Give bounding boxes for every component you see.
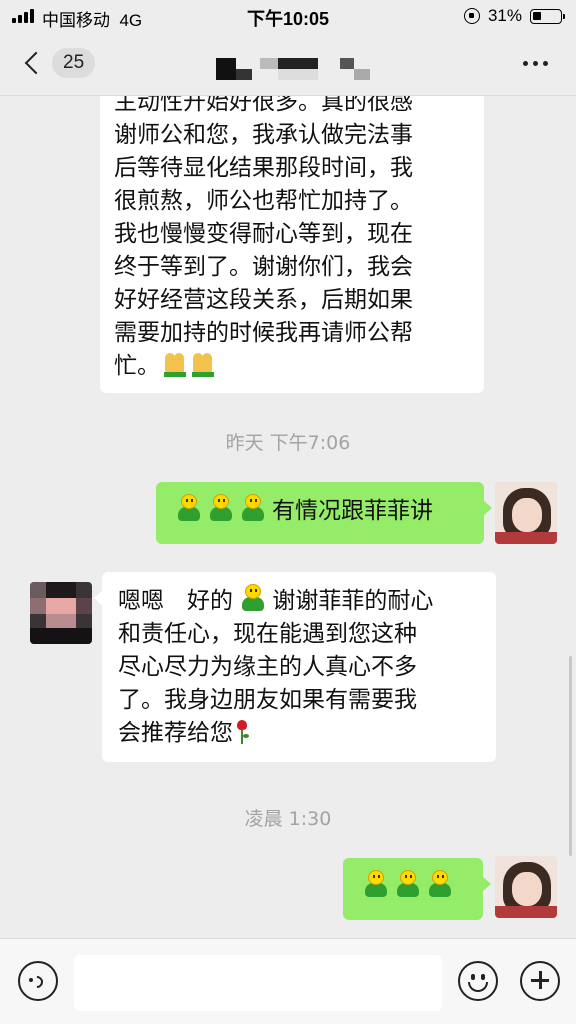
my-avatar[interactable] (495, 856, 557, 918)
message-bubble-received[interactable]: 主动性开始好很多。真的很感谢师公和您，我承认做完法事 后等待显化结果那段时间，我很… (100, 96, 484, 393)
timestamp: 昨天 下午7:06 (225, 432, 351, 454)
message-line: 我也慢慢变得耐心等到，现在 (114, 221, 413, 247)
more-dots-icon[interactable] (523, 61, 548, 66)
message-line: 很煎熬，师公也帮忙加持了。 (114, 188, 413, 214)
unread-count-badge: 25 (52, 48, 96, 78)
pray-emoji (162, 351, 188, 377)
smiley-icon[interactable] (458, 961, 498, 1001)
message-line: 了。我身边朋友如果有需要我 (118, 687, 417, 713)
message-text: 会推荐给您 (118, 720, 233, 746)
my-avatar[interactable] (495, 482, 557, 544)
chat-header: 25 (0, 34, 576, 96)
pray-emoji (190, 351, 216, 377)
message-list[interactable]: 主动性开始好很多。真的很感谢师公和您，我承认做完法事 后等待显化结果那段时间，我很… (0, 96, 576, 938)
doll-emoji (240, 584, 266, 614)
doll-emoji (427, 870, 453, 900)
status-bar: 中国移动 4G 下午10:05 31% (0, 0, 576, 34)
message-bubble-sent[interactable]: 有情况跟菲菲讲 (156, 482, 492, 544)
message-line: 后等待显化结果那段时间，我 (114, 155, 413, 181)
doll-emoji (208, 494, 234, 524)
message-line: 和责任心，现在能遇到您这种 (118, 621, 417, 647)
message-input[interactable] (74, 955, 442, 1011)
doll-emoji (240, 494, 266, 524)
plus-icon[interactable] (520, 961, 560, 1001)
message-text: 嗯嗯 好的 (118, 588, 233, 614)
message-line: 主动性开始好很多。真的很感 (114, 96, 413, 115)
contact-avatar[interactable] (30, 582, 92, 644)
chevron-left-icon (24, 51, 48, 75)
timestamp: 凌晨 1:30 (244, 808, 332, 830)
message-line: 好好经营这段关系，后期如果 (114, 287, 413, 313)
message-bubble-sent[interactable] (343, 858, 491, 920)
doll-emoji (363, 870, 389, 900)
scrollbar[interactable] (569, 656, 572, 856)
orientation-lock-icon (463, 8, 480, 24)
battery-percent: 31% (487, 6, 522, 25)
battery-icon (530, 8, 565, 24)
voice-icon[interactable] (18, 961, 58, 1001)
input-bar (0, 938, 576, 1024)
chat-title-redacted (216, 58, 376, 80)
back-button[interactable]: 25 (22, 48, 96, 78)
doll-emoji (176, 494, 202, 524)
message-line: 终于等到了。谢谢你们，我会 (114, 254, 413, 280)
message-line: 需要加持的时候我再请师公帮 (114, 320, 413, 346)
doll-emoji (395, 870, 421, 900)
doll-emoji-group (363, 870, 459, 900)
doll-emoji (240, 584, 272, 614)
doll-emoji-group (176, 494, 272, 524)
message-bubble-received[interactable]: 嗯嗯 好的 谢谢菲菲的耐心 和责任心，现在能遇到您这种 尽心尽力为缘主的人真心不多… (94, 572, 496, 762)
message-text: 谢谢菲菲的耐心 (272, 588, 434, 614)
message-text: 有情况跟菲菲讲 (272, 498, 433, 524)
message-line: 尽心尽力为缘主的人真心不多 (118, 654, 417, 680)
message-line: 谢师公和您，我承认做完法事 (114, 122, 413, 148)
rose-emoji (233, 718, 251, 746)
message-line: 忙。 (114, 350, 470, 383)
message-text: 主动性开始好很多。真的很感谢师公和您，我承认做完法事 后等待显化结果那段时间，我很… (114, 96, 470, 383)
